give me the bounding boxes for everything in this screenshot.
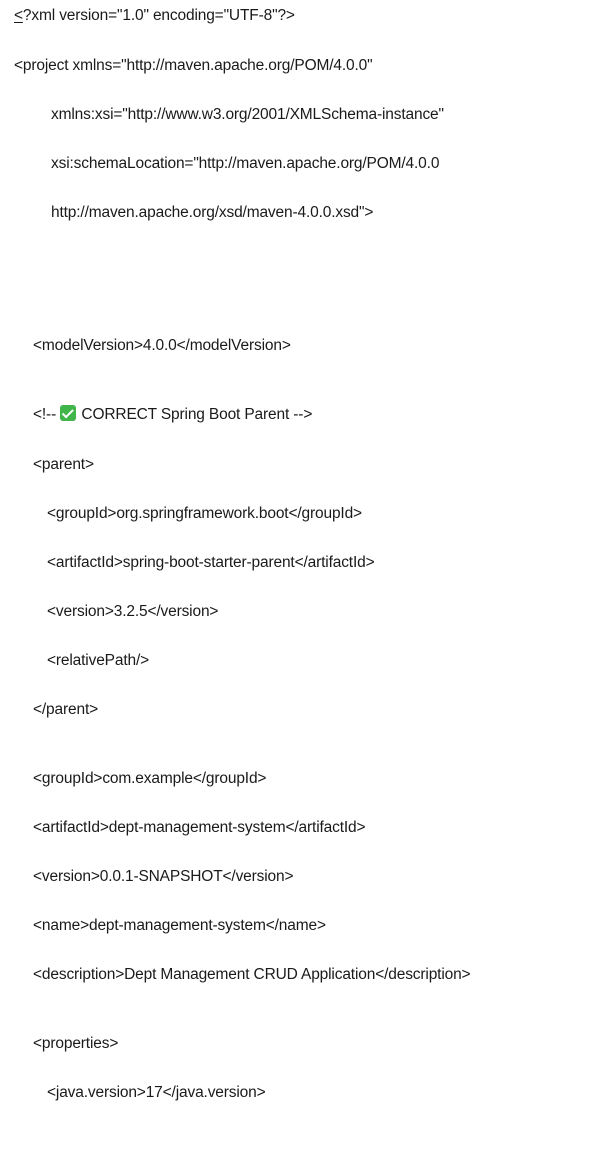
properties-open-tag-line: <properties> [33, 1035, 119, 1052]
parent-close-tag-line: </parent> [33, 701, 99, 718]
group-id-line: <groupId>com.example</groupId> [33, 770, 267, 787]
java-version-line: <java.version>17</java.version> [47, 1084, 266, 1101]
description-line: <description>Dept Management CRUD Applic… [33, 966, 471, 983]
parent-version-line: <version>3.2.5</version> [47, 603, 219, 620]
schema-location-line: xsi:schemaLocation="http://maven.apache.… [51, 155, 440, 172]
xml-declaration-line: <?xml version="1.0" encoding="UTF-8"?> [14, 6, 295, 26]
project-open-tag-line: <project xmlns="http://maven.apache.org/… [14, 57, 373, 74]
pom-xml-document: <?xml version="1.0" encoding="UTF-8"?> <… [0, 0, 599, 1150]
comment-label-text: CORRECT Spring Boot Parent --> [77, 406, 313, 423]
comment-open-text: <!-- [33, 406, 61, 423]
xml-declaration-open-bracket: < [14, 7, 23, 24]
parent-open-tag-line: <parent> [33, 456, 94, 473]
parent-comment-line: <!-- CORRECT Spring Boot Parent --> [33, 405, 312, 425]
artifact-id-line: <artifactId>dept-management-system</arti… [33, 819, 366, 836]
model-version-line: <modelVersion>4.0.0</modelVersion> [33, 337, 291, 354]
check-icon [60, 405, 77, 421]
version-line: <version>0.0.1-SNAPSHOT</version> [33, 868, 294, 885]
relative-path-line: <relativePath/> [47, 652, 150, 669]
schema-xsd-url-line: http://maven.apache.org/xsd/maven-4.0.0.… [51, 204, 374, 221]
parent-group-id-line: <groupId>org.springframework.boot</group… [47, 505, 362, 522]
name-line: <name>dept-management-system</name> [33, 917, 326, 934]
xmlns-xsi-line: xmlns:xsi="http://www.w3.org/2001/XMLSch… [51, 106, 444, 123]
parent-artifact-id-line: <artifactId>spring-boot-starter-parent</… [47, 554, 375, 571]
xml-declaration-text: ?xml version="1.0" encoding="UTF-8"?> [22, 7, 295, 24]
